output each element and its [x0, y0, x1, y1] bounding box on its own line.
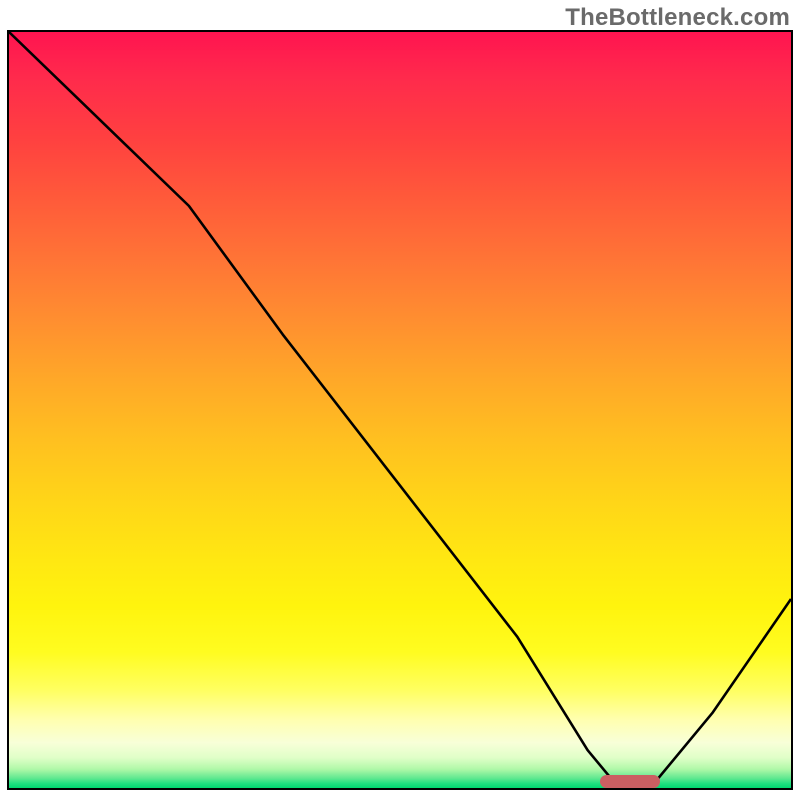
bottleneck-curve	[9, 32, 791, 788]
curve-layer	[9, 32, 791, 788]
plot-box	[7, 30, 793, 790]
optimal-marker	[600, 775, 660, 788]
watermark-text: TheBottleneck.com	[565, 4, 790, 32]
chart-frame: TheBottleneck.com	[0, 0, 800, 800]
